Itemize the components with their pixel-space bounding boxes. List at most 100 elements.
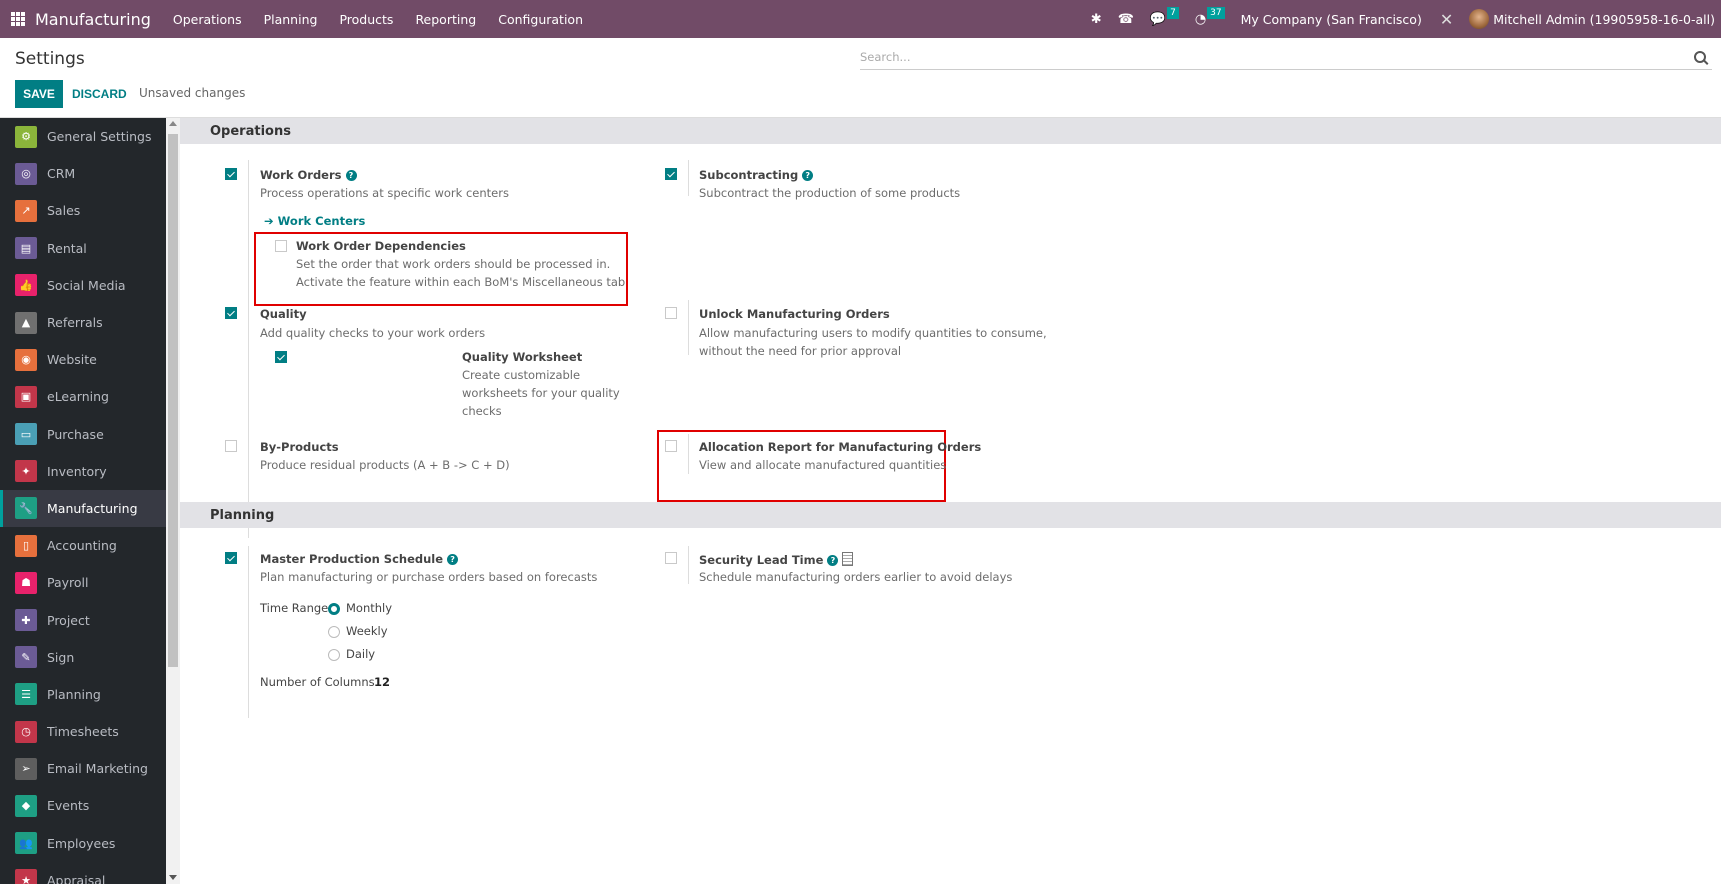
sidebar-item-purchase[interactable]: ▭ Purchase — [0, 416, 166, 453]
sidebar-item-crm[interactable]: ◎ CRM — [0, 155, 166, 192]
sidebar-item-website[interactable]: ◉ Website — [0, 341, 166, 378]
work-orders-checkbox[interactable] — [225, 168, 237, 180]
quality-worksheet-desc-3: checks — [462, 404, 502, 418]
save-button[interactable]: SAVE — [15, 80, 63, 108]
time-range-monthly-radio[interactable] — [328, 603, 340, 615]
sidebar-item-label: Appraisal — [47, 872, 106, 884]
mps-checkbox[interactable] — [225, 552, 237, 564]
sidebar-item-appraisal[interactable]: ★ Appraisal — [0, 862, 166, 884]
debug-tools-icon[interactable]: ✕ — [1440, 10, 1453, 29]
subcontracting-desc: Subcontract the production of some produ… — [699, 186, 961, 200]
time-range-monthly-label[interactable]: Monthly — [346, 601, 392, 615]
sidebar-item-social-media[interactable]: 👍 Social Media — [0, 267, 166, 304]
sidebar-item-label: Referrals — [47, 315, 103, 331]
discard-button[interactable]: DISCARD — [72, 80, 127, 108]
help-icon[interactable]: ? — [345, 170, 357, 181]
help-icon[interactable]: ? — [827, 555, 839, 566]
sidebar-item-label: Email Marketing — [47, 761, 148, 777]
subcontracting-title: Subcontracting? — [699, 168, 814, 182]
planning-icon: ☰ — [15, 683, 37, 706]
gear-icon: ⚙ — [15, 125, 37, 148]
sidebar-item-planning[interactable]: ☰ Planning — [0, 676, 166, 713]
quality-checkbox[interactable] — [225, 307, 237, 319]
sidebar-item-label: Payroll — [47, 575, 89, 591]
activities-button[interactable]: ◔ 37 — [1195, 7, 1225, 27]
section-header-operations: Operations — [180, 118, 1721, 144]
security-lead-time-title: Security Lead Time? — [699, 552, 854, 567]
menu-products[interactable]: Products — [339, 12, 393, 27]
sidebar-item-project[interactable]: ✚ Project — [0, 601, 166, 638]
help-icon[interactable]: ? — [447, 554, 459, 565]
company-switcher[interactable]: My Company (San Francisco) — [1241, 12, 1422, 27]
by-products-title: By-Products — [260, 440, 339, 454]
work-centers-link[interactable]: ➔ Work Centers — [264, 214, 365, 228]
documentation-icon[interactable] — [842, 552, 854, 566]
bug-icon[interactable]: ✱ — [1091, 12, 1102, 27]
employees-icon: 👥 — [15, 832, 37, 855]
app-brand[interactable]: Manufacturing — [35, 10, 151, 29]
user-menu[interactable]: Mitchell Admin (19905958-16-0-all) — [1493, 12, 1715, 27]
payroll-icon: ☗ — [15, 571, 37, 594]
sidebar-item-timesheets[interactable]: ◷ Timesheets — [0, 713, 166, 750]
security-lead-time-label: Security Lead Time — [699, 553, 824, 567]
sidebar-item-accounting[interactable]: ▯ Accounting — [0, 527, 166, 564]
ticket-icon: ◆ — [15, 794, 37, 817]
sidebar-item-sign[interactable]: ✎ Sign — [0, 639, 166, 676]
quality-worksheet-checkbox[interactable] — [275, 351, 287, 363]
sidebar-item-referrals[interactable]: ▲ Referrals — [0, 304, 166, 341]
divider — [688, 434, 689, 474]
sidebar-scrollbar[interactable] — [166, 118, 180, 884]
sidebar-item-elearning[interactable]: ▣ eLearning — [0, 378, 166, 415]
allocation-report-desc: View and allocate manufactured quantitie… — [699, 458, 947, 472]
subcontracting-label: Subcontracting — [699, 168, 799, 182]
scroll-down-arrow-icon[interactable] — [169, 875, 177, 880]
paper-plane-icon: ➢ — [15, 757, 37, 780]
unsaved-status: Unsaved changes — [139, 86, 246, 100]
scrollbar-thumb[interactable] — [168, 134, 178, 667]
help-icon[interactable]: ? — [802, 170, 814, 181]
settings-content: Operations Work Orders? Process operatio… — [180, 118, 1721, 884]
work-centers-label: Work Centers — [277, 214, 366, 228]
sidebar-item-general-settings[interactable]: ⚙ General Settings — [0, 118, 166, 155]
messages-badge: 7 — [1167, 7, 1179, 19]
divider — [688, 160, 689, 196]
time-range-weekly-label[interactable]: Weekly — [346, 624, 388, 638]
app-grid-icon[interactable] — [11, 12, 25, 26]
by-products-checkbox[interactable] — [225, 440, 237, 452]
sidebar-item-inventory[interactable]: ✦ Inventory — [0, 453, 166, 490]
menu-operations[interactable]: Operations — [173, 12, 242, 27]
sidebar-item-payroll[interactable]: ☗ Payroll — [0, 564, 166, 601]
unlock-mo-checkbox[interactable] — [665, 307, 677, 319]
columns-value[interactable]: 12 — [374, 675, 390, 689]
sidebar-item-label: Project — [47, 612, 90, 628]
work-order-dependencies-checkbox[interactable] — [275, 240, 287, 252]
menu-reporting[interactable]: Reporting — [415, 12, 476, 27]
chat-icon: 💬 — [1149, 11, 1167, 27]
divider — [248, 546, 249, 718]
quality-desc: Add quality checks to your work orders — [260, 326, 486, 340]
search-input[interactable] — [860, 49, 1694, 64]
avatar[interactable] — [1469, 9, 1490, 29]
time-range-daily-label[interactable]: Daily — [346, 647, 375, 661]
sidebar-item-events[interactable]: ◆ Events — [0, 787, 166, 824]
time-range-weekly-radio[interactable] — [328, 626, 340, 638]
search-icon[interactable] — [1694, 50, 1706, 63]
time-range-daily-radio[interactable] — [328, 649, 340, 661]
sidebar-item-employees[interactable]: 👥 Employees — [0, 825, 166, 862]
messages-button[interactable]: 💬 7 — [1149, 7, 1179, 27]
by-products-desc: Produce residual products (A + B -> C + … — [260, 458, 510, 472]
menu-configuration[interactable]: Configuration — [498, 12, 583, 27]
box-icon: ✦ — [15, 460, 37, 483]
menu-planning[interactable]: Planning — [264, 12, 318, 27]
sidebar-item-sales[interactable]: ↗ Sales — [0, 192, 166, 229]
work-orders-desc: Process operations at specific work cent… — [260, 186, 509, 200]
sidebar-item-manufacturing[interactable]: 🔧 Manufacturing — [0, 489, 166, 528]
subcontracting-checkbox[interactable] — [665, 168, 677, 180]
phone-icon[interactable]: ☎ — [1118, 12, 1134, 27]
security-lead-time-checkbox[interactable] — [665, 552, 677, 564]
sidebar-item-label: Website — [47, 352, 97, 368]
sidebar-item-email-marketing[interactable]: ➢ Email Marketing — [0, 750, 166, 787]
allocation-report-checkbox[interactable] — [665, 440, 677, 452]
sidebar-item-rental[interactable]: ▤ Rental — [0, 230, 166, 267]
scroll-up-arrow-icon[interactable] — [169, 121, 177, 126]
